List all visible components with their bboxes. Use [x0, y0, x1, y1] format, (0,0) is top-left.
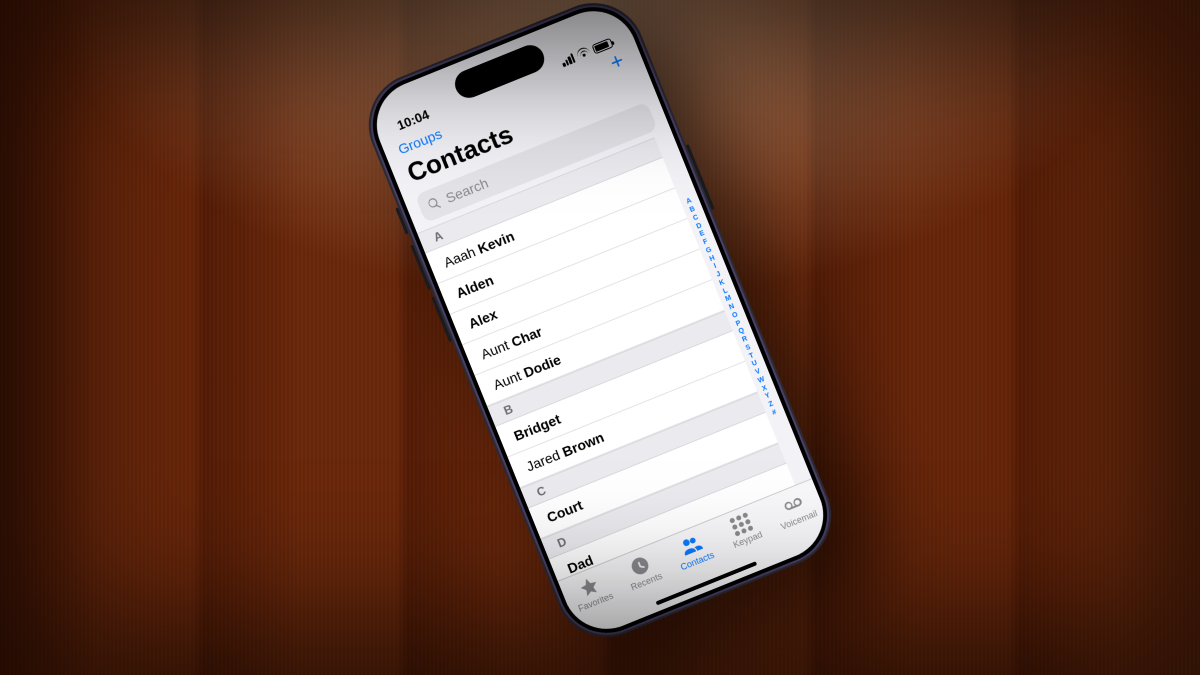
phone-device: 10:04 Groups + Contacts Search AAaah Kev… [353, 0, 847, 652]
search-icon [425, 194, 443, 212]
contact-first: Jared [524, 447, 562, 475]
contact-first: Court [544, 497, 585, 526]
wifi-icon [576, 47, 592, 61]
contact-first: Aunt [491, 367, 524, 393]
contact-first: Alden [454, 272, 496, 301]
contact-last: Char [509, 323, 545, 350]
contact-last: Dodie [521, 351, 563, 380]
contact-first: Alex [466, 306, 499, 332]
contact-first: Aunt [478, 337, 511, 363]
mute-switch [395, 207, 408, 234]
contact-first: Aaah [441, 243, 477, 270]
contact-last: Kevin [475, 228, 516, 257]
